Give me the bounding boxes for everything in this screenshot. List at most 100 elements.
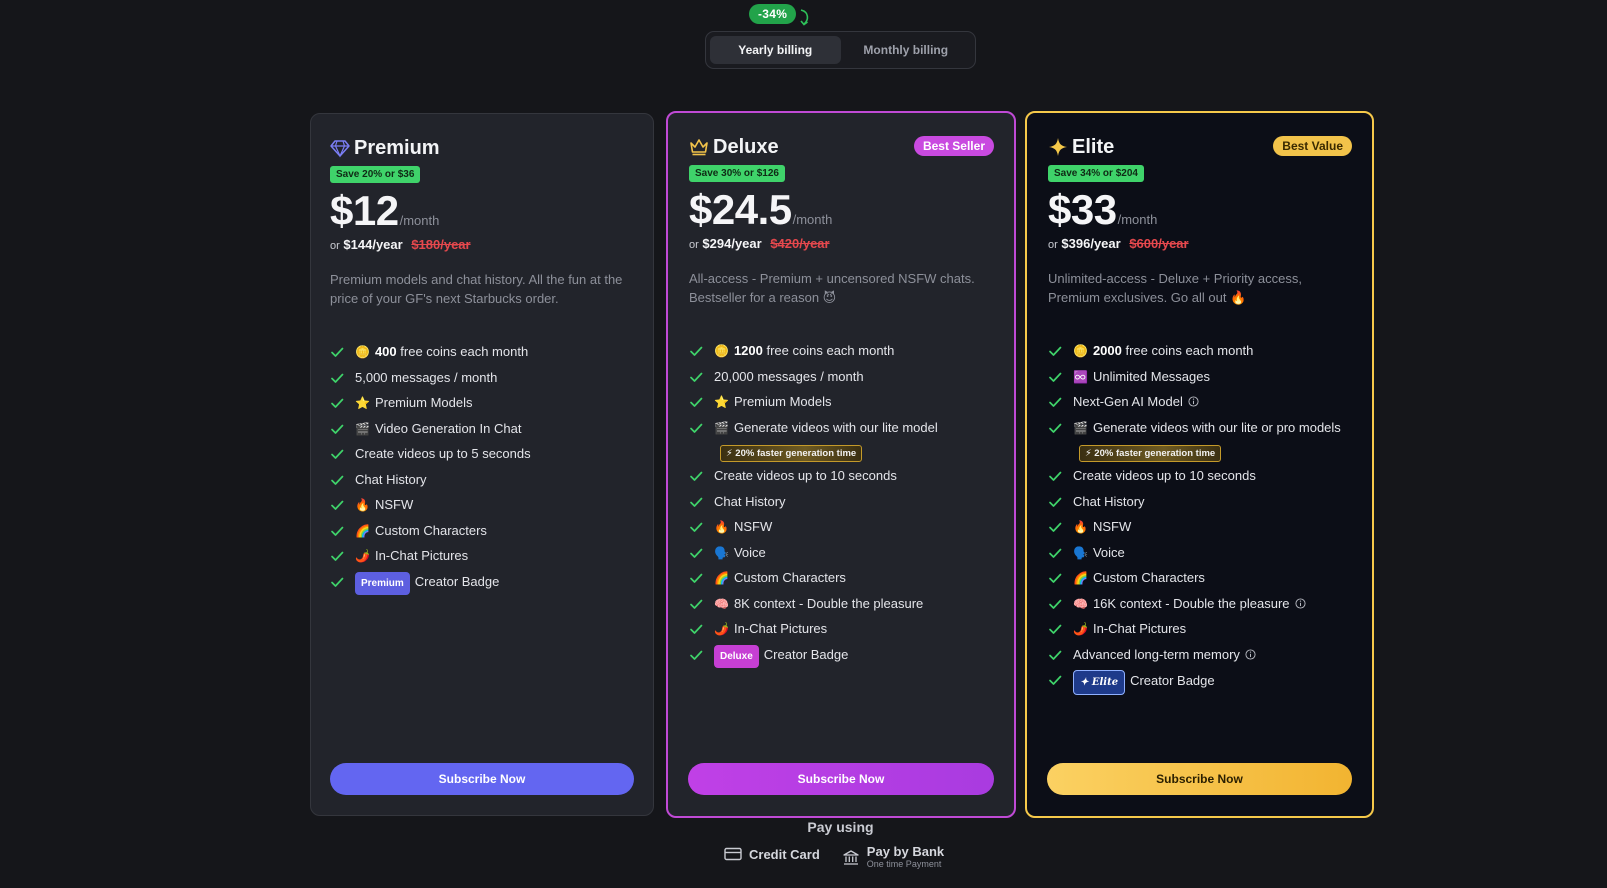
feature-label: Unlimited Messages <box>1092 368 1210 384</box>
feature-label: In-Chat Pictures <box>374 548 469 563</box>
pay-by-bank-label: Pay by Bank <box>866 844 945 859</box>
feature-label: In-Chat Pictures <box>733 621 828 636</box>
or-label: or <box>330 240 340 252</box>
bank-icon <box>843 850 859 865</box>
check-icon <box>331 347 344 357</box>
yearly-billing-tab[interactable]: Yearly billing <box>710 36 841 64</box>
price: $12 <box>330 187 399 234</box>
check-icon <box>690 471 703 481</box>
feature-item: ♾️ Unlimited Messages <box>1048 367 1353 393</box>
feature-emoji-icon: 🔥 <box>714 520 729 534</box>
subscribe-button[interactable]: Subscribe Now <box>688 763 994 795</box>
feature-text: Advanced long-term memory <box>1073 645 1240 664</box>
feature-emoji-icon: 🎬 <box>714 420 729 435</box>
or-label: or <box>689 239 699 251</box>
feature-text: Create videos up to 5 seconds <box>355 444 531 463</box>
credit-card-option[interactable]: Credit Card <box>724 845 820 863</box>
best-seller-badge: Best Seller <box>913 136 994 156</box>
feature-emoji-icon: 🎬 <box>1073 420 1088 435</box>
feature-emoji-icon: 🧠 <box>714 596 729 611</box>
check-icon <box>331 398 344 408</box>
payment-options: Credit Card Pay by Bank One time Payment <box>724 845 944 871</box>
feature-text: 🧠 16K context - Double the pleasure <box>1073 594 1290 614</box>
one-time-payment-label: One time Payment <box>866 859 942 869</box>
check-icon <box>1049 471 1062 481</box>
feature-text: Create videos up to 10 seconds <box>714 466 897 485</box>
sparkle-icon <box>1049 138 1067 156</box>
feature-text: 🧠 8K context - Double the pleasure <box>714 594 923 614</box>
feature-label: In-Chat Pictures <box>1092 621 1187 636</box>
feature-text: 🔥 NSFW <box>355 495 413 515</box>
plan-description: Premium models and chat history. All the… <box>330 272 623 306</box>
check-icon <box>690 497 703 507</box>
feature-text: Chat History <box>355 470 427 489</box>
feature-emoji-icon: 🧠 <box>1073 596 1088 611</box>
feature-label: Advanced long-term memory <box>1073 646 1240 662</box>
yearly-price-row: or $294/year $420/year <box>689 236 995 251</box>
feature-label: free coins each month <box>396 344 529 359</box>
feature-emoji-icon: 🌶️ <box>1073 622 1088 636</box>
feature-text: 🎬 Video Generation In Chat <box>355 419 521 439</box>
price-period: /month <box>1117 212 1158 227</box>
info-icon[interactable] <box>1294 597 1306 609</box>
feature-item: Chat History <box>689 492 995 518</box>
feature-emoji-icon: 🔥 <box>355 498 370 512</box>
feature-label: Create videos up to 10 seconds <box>714 468 897 483</box>
feature-emoji-icon: 🪙 <box>355 345 370 359</box>
feature-text: 🔥 NSFW <box>1073 517 1131 537</box>
monthly-billing-tab[interactable]: Monthly billing <box>841 36 972 64</box>
faster-generation-item: ⚡ 20% faster generation time <box>1048 443 1353 466</box>
feature-label: Chat History <box>714 493 786 509</box>
yearly-price: $294/year <box>702 236 762 251</box>
price: $33 <box>1048 186 1117 233</box>
feature-item: 🌈 Custom Characters <box>689 568 995 594</box>
price: $24.5 <box>689 186 792 233</box>
faster-generation-badge: ⚡ 20% faster generation time <box>720 445 863 462</box>
feature-item: 🌶️ In-Chat Pictures <box>330 546 634 572</box>
feature-item: 🎬 Video Generation In Chat <box>330 419 634 445</box>
info-icon[interactable] <box>1245 648 1256 660</box>
feature-item: Create videos up to 10 seconds <box>1048 466 1353 492</box>
feature-text: ⭐ Premium Models <box>714 392 831 412</box>
feature-label: Generate videos with our lite model <box>733 419 938 435</box>
feature-item: 5,000 messages / month <box>330 368 634 394</box>
feature-text: 🌶️ In-Chat Pictures <box>355 546 468 566</box>
feature-item: 🎬 Generate videos with our lite model <box>689 418 995 444</box>
feature-emoji-icon: 🌶️ <box>355 549 370 563</box>
check-icon <box>690 599 703 609</box>
subscribe-button[interactable]: Subscribe Now <box>1047 763 1352 795</box>
check-icon <box>1049 522 1062 532</box>
subscribe-button[interactable]: Subscribe Now <box>330 763 634 795</box>
check-icon <box>690 423 703 433</box>
feature-text: Premium Creator Badge <box>355 571 499 595</box>
feature-item: 🌶️ In-Chat Pictures <box>1048 619 1353 645</box>
feature-item: Create videos up to 5 seconds <box>330 444 634 470</box>
discount-badge: -34% <box>749 4 797 24</box>
feature-label: 8K context - Double the pleasure <box>733 595 924 611</box>
feature-text: Chat History <box>1073 492 1145 511</box>
old-yearly-price: $600/year <box>1129 236 1189 251</box>
feature-text: 20,000 messages / month <box>714 367 864 386</box>
yearly-price-row: or $144/year $180/year <box>330 237 634 252</box>
yearly-price: $144/year <box>343 237 403 252</box>
or-label: or <box>1048 239 1058 251</box>
check-icon <box>1049 573 1062 583</box>
save-tag: Save 34% or $204 <box>1048 165 1144 182</box>
check-icon <box>1049 397 1062 407</box>
feature-label: NSFW <box>733 519 773 534</box>
check-icon <box>1049 346 1062 356</box>
check-icon <box>690 397 703 407</box>
feature-label: 5,000 messages / month <box>355 369 498 385</box>
feature-item: 🗣️ Voice <box>1048 543 1353 569</box>
feature-list: 🪙 2000 free coins each month ♾️ Unlimited M… <box>1048 341 1353 696</box>
check-icon <box>1049 372 1062 382</box>
feature-text: 🪙 1200 free coins each month <box>714 341 894 361</box>
coin-count: 2000 <box>1092 343 1122 358</box>
feature-item: 🪙 1200 free coins each month <box>689 341 995 367</box>
pay-by-bank-option[interactable]: Pay by Bank One time Payment <box>842 845 944 871</box>
feature-text: Create videos up to 10 seconds <box>1073 466 1256 485</box>
feature-text: 🪙 400 free coins each month <box>355 342 528 362</box>
info-icon[interactable] <box>1188 396 1199 407</box>
check-icon <box>331 449 344 459</box>
feature-emoji-icon: 🌈 <box>714 571 729 585</box>
